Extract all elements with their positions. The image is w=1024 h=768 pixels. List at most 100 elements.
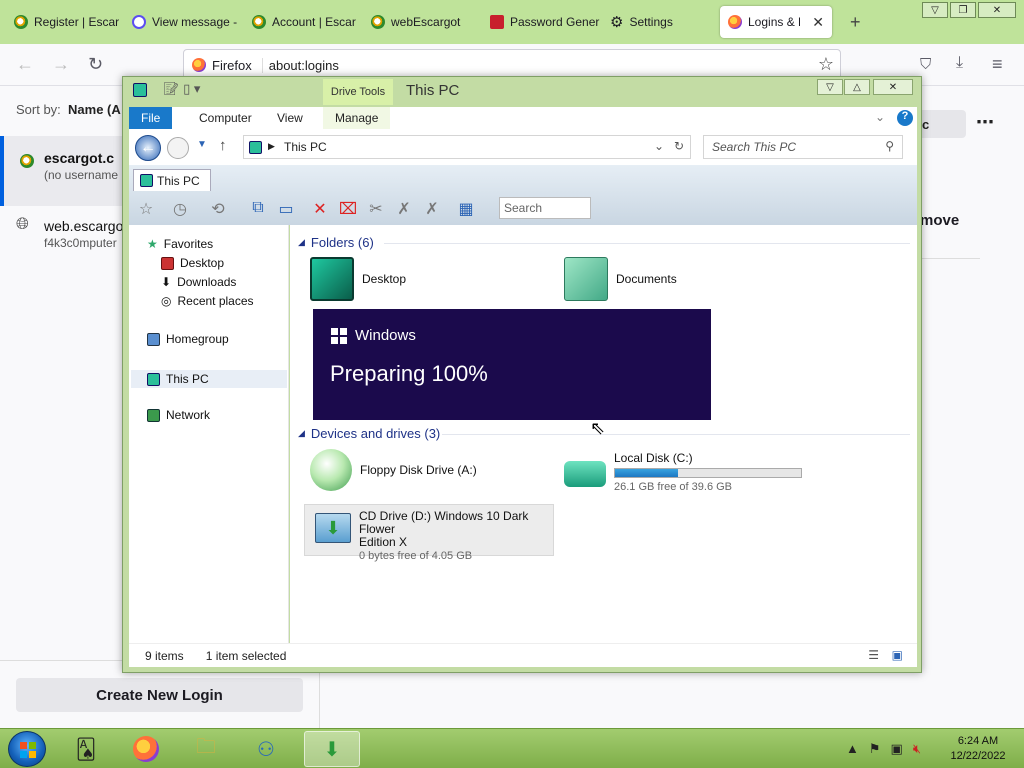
favorite-star-icon[interactable]: ☆ — [135, 199, 157, 219]
up-arrow-icon[interactable]: ↑ — [219, 137, 227, 154]
nav-favorites[interactable]: ★ Favorites — [147, 237, 213, 251]
drive-floppy[interactable]: Floppy Disk Drive (A:) — [310, 449, 477, 491]
taskbar-explorer-active[interactable]: ⬇ — [304, 731, 360, 767]
drive-usage-fill — [615, 469, 679, 477]
taskbar-file-explorer[interactable]: 🗀 — [178, 731, 234, 767]
details-view-icon[interactable]: ☰ — [868, 648, 879, 662]
remove-icon[interactable]: ⌧ — [337, 199, 359, 219]
tab-file[interactable]: File — [129, 107, 173, 129]
large-icons-view-icon[interactable]: ▣ — [892, 648, 903, 662]
forward-icon[interactable]: → — [52, 54, 70, 75]
sort-control[interactable]: Sort by: Name (A — [16, 102, 121, 117]
tab-computer[interactable]: Computer — [187, 107, 264, 129]
nav-homegroup[interactable]: Homegroup — [147, 332, 229, 346]
recent-dropdown-icon[interactable]: ▼ — [197, 139, 207, 150]
rename-icon[interactable]: ✗ — [421, 199, 443, 219]
maximize-button[interactable]: △ — [844, 79, 870, 95]
back-icon[interactable]: ← — [135, 135, 161, 161]
minimize-button[interactable]: ▽ — [922, 2, 948, 18]
address-bar[interactable]: ▶ This PC ⌄ ↻ — [243, 135, 691, 159]
taskbar-network-app[interactable]: ⚇ — [238, 731, 294, 767]
view-options-icon[interactable]: ▦ — [455, 199, 477, 219]
toolbar-search-input[interactable]: Search — [499, 197, 591, 219]
login-title: web.escargo — [44, 218, 124, 234]
bookmark-star-icon[interactable]: ☆ — [818, 54, 834, 75]
drive-local-c[interactable]: Local Disk (C:) 26.1 GB free of 39.6 GB — [564, 451, 802, 493]
edit-button[interactable]: c — [916, 110, 966, 138]
pocket-icon[interactable]: ⛉ — [920, 56, 931, 73]
chevron-down-icon[interactable]: ⌄ — [654, 139, 664, 153]
search-input[interactable]: Search This PC ⚲ — [703, 135, 903, 159]
nav-downloads[interactable]: ⬇ Downloads — [161, 275, 236, 289]
tab-account[interactable]: Account | Escar — [244, 6, 362, 38]
help-icon[interactable]: ? — [897, 110, 913, 126]
sort-label: Sort by: — [16, 102, 61, 117]
cut-icon[interactable]: ✂ — [365, 199, 387, 219]
drive-cd-d[interactable]: ⬇ CD Drive (D:) Windows 10 Dark Flower E… — [304, 504, 554, 562]
history-icon[interactable]: ◷ — [169, 199, 191, 219]
nav-label: Downloads — [177, 275, 237, 289]
downloads-icon[interactable]: ⤓ — [956, 54, 963, 72]
start-button[interactable] — [8, 731, 46, 767]
login-item[interactable]: 🌐︎ web.escargo f4k3c0mputer — [0, 204, 124, 274]
restore-button[interactable]: ❐ — [950, 2, 976, 18]
new-tab-button[interactable]: + — [842, 6, 869, 38]
desktop-folder-icon — [310, 257, 354, 301]
quick-access-toolbar[interactable]: 📝︎ ▯ ▾ — [163, 81, 200, 97]
tab-manage[interactable]: Manage — [323, 107, 391, 129]
reload-icon[interactable]: ↻ — [88, 54, 103, 75]
cd-drive-icon: ⬇ — [315, 513, 351, 543]
tab-logins[interactable]: Logins & Pass ✕ — [720, 6, 832, 38]
folders-group-header[interactable]: ◢ Folders (6) — [298, 235, 374, 250]
sync-icon[interactable]: ⟲ — [207, 199, 229, 219]
network-icon[interactable]: ▣ — [891, 741, 903, 757]
delete-icon[interactable]: ✕ — [309, 199, 331, 219]
folder-desktop[interactable]: Desktop — [310, 257, 406, 301]
more-options-icon[interactable]: ⋯ — [976, 112, 994, 133]
taskbar-firefox[interactable] — [118, 731, 174, 767]
chevron-right-icon[interactable]: ▶ — [268, 141, 275, 152]
login-username: (no username — [44, 168, 119, 182]
close-button[interactable]: ✕ — [978, 2, 1016, 18]
drive-tools-context-tab[interactable]: Drive Tools — [323, 79, 393, 105]
breadcrumb-tab[interactable]: This PC — [133, 169, 211, 191]
collapse-triangle-icon[interactable]: ◢ — [298, 237, 305, 248]
nav-this-pc[interactable]: This PC — [131, 370, 287, 388]
network-icon — [147, 408, 160, 422]
refresh-icon[interactable]: ↻ — [674, 139, 684, 153]
nav-network[interactable]: Network — [147, 408, 210, 422]
flag-icon[interactable]: ⚑ — [869, 741, 881, 757]
folder-documents[interactable]: Documents — [564, 257, 677, 301]
chevron-down-icon[interactable]: ⌄ — [875, 110, 885, 124]
taskbar-solitaire[interactable]: 🂡 — [58, 731, 114, 767]
collapse-triangle-icon[interactable]: ◢ — [298, 428, 305, 439]
status-bar: 9 items 1 item selected ☰ ▣ — [129, 643, 917, 667]
create-new-login-button[interactable]: Create New Login — [16, 678, 303, 712]
tab-label: Logins & Pass — [748, 15, 800, 29]
volume-muted-icon[interactable]: 🔇︎ — [913, 741, 921, 757]
tab-settings[interactable]: ⚙ Settings — [602, 6, 720, 38]
tab-password-generator[interactable]: Password Gener — [482, 6, 600, 38]
tab-webescargot[interactable]: webEscargot — [363, 6, 481, 38]
move-icon[interactable]: ▭ — [275, 199, 297, 219]
login-item[interactable]: escargot.c (no username — [0, 136, 122, 206]
system-clock[interactable]: 6:24 AM 12/22/2022 — [948, 734, 1008, 764]
nav-recent-places[interactable]: ◎ Recent places — [161, 294, 254, 308]
show-hidden-icons-icon[interactable]: ▲ — [846, 741, 859, 757]
tab-register[interactable]: Register | Escar — [6, 6, 124, 38]
nav-desktop[interactable]: Desktop — [161, 256, 224, 270]
tab-view[interactable]: View — [265, 107, 315, 129]
forward-icon[interactable] — [167, 137, 189, 159]
copy-icon[interactable]: ⧉ — [247, 199, 269, 219]
remove-button[interactable]: move — [920, 212, 959, 229]
menu-icon[interactable]: ≡ — [992, 54, 1003, 75]
minimize-button[interactable]: ▽ — [817, 79, 843, 95]
back-icon[interactable]: ← — [16, 54, 34, 75]
close-tab-icon[interactable]: ✕ — [812, 14, 824, 31]
properties-icon[interactable]: ✗ — [393, 199, 415, 219]
close-button[interactable]: ✕ — [873, 79, 913, 95]
devices-group-header[interactable]: ◢ Devices and drives (3) — [298, 426, 440, 441]
address-text: This PC — [284, 140, 327, 154]
tab-label: View message - — [152, 15, 238, 29]
tab-view-message[interactable]: View message - — [124, 6, 242, 38]
